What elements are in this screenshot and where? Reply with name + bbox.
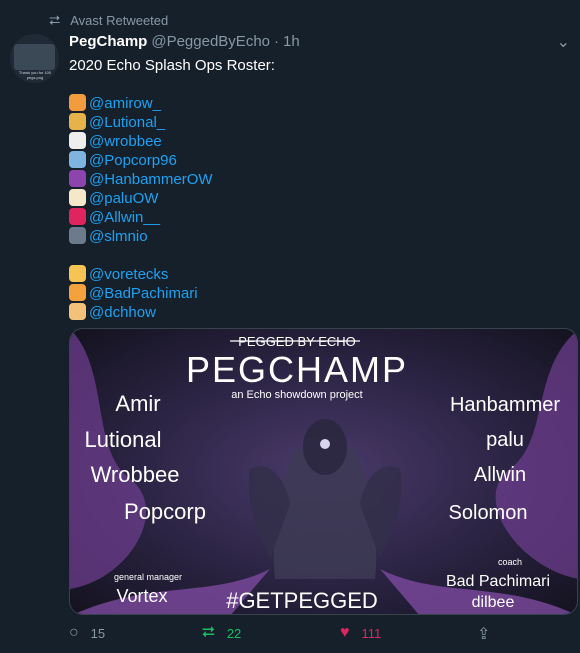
image-name-left-4: Popcorp [124,499,206,524]
list-item: @voretecks [69,265,549,284]
goat-icon [69,132,86,149]
image-coach-name-1: Bad Pachimari [446,573,550,590]
image-gm-label: general manager [114,572,182,582]
share-icon: ⇪ [477,626,491,643]
image-name-right-1: Hanbammer [450,394,560,416]
author-handle[interactable]: @PeggedByEcho [151,33,270,50]
list-item: @amirow_ [69,94,549,113]
list-item: @wrobbee [69,132,549,151]
tweet-timestamp[interactable]: 1h [283,33,300,50]
image-name-left-1: Amir [115,391,160,416]
chevron-down-icon[interactable]: ⌄ [557,32,570,52]
list-item: @Allwin__ [69,208,549,227]
roster-list: @amirow_ @Lutional_ @wrobbee @Popcorp96 @Han… [69,94,549,246]
list-item: @dchhow [69,303,549,322]
author-name[interactable]: PegChamp [69,33,147,50]
image-gm-name: Vortex [116,586,167,606]
list-item: @HanbammerOW [69,170,549,189]
money-bag-icon [69,113,86,130]
image-name-left-2: Lutional [84,427,161,452]
person-orange-icon [69,94,86,111]
like-button[interactable]: ♥ 111 [340,624,381,642]
ear-icon [69,303,86,320]
staff-list: @voretecks @BadPachimari @dchhow [69,265,549,322]
mention-link[interactable]: @amirow_ [89,95,161,112]
avatar-caption: Thank you for 100 pegs pog [18,70,52,80]
image-name-left-3: Wrobbee [91,462,180,487]
tweet-actions: ○ 15 ⮂ 22 ♥ 111 ⇪ [69,624,539,646]
retweet-count: 22 [226,625,242,641]
image-hashtag: #GETPEGGED [226,588,378,613]
retweet-context: ⮂ Avast Retweeted [49,12,168,29]
spy-icon [69,227,86,244]
mention-link[interactable]: @slmnio [89,228,148,245]
mention-link[interactable]: @Popcorp96 [89,152,177,169]
share-button[interactable]: ⇪ [477,624,502,644]
reply-count: 15 [90,625,106,641]
tweet-text: 2020 Echo Splash Ops Roster: @amirow_ @Lu… [69,56,549,322]
image-name-right-3: Allwin [474,464,526,486]
like-count: 111 [361,625,382,641]
tweet-image[interactable]: PEGGED BY ECHO PEGCHAMP an Echo showdown… [69,328,578,615]
reply-button[interactable]: ○ 15 [69,624,105,642]
list-item: @slmnio [69,227,549,246]
list-item: @Popcorp96 [69,151,549,170]
no-phone-icon [69,208,86,225]
baby-icon [69,265,86,282]
tweet-header: PegChamp @PeggedByEcho · 1h [69,33,300,50]
list-item: @paluOW [69,189,549,208]
avatar[interactable]: Thank you for 100 pegs pog [10,34,59,83]
mention-link[interactable]: @voretecks [89,266,168,283]
reply-icon: ○ [69,624,79,641]
retweet-context-icon: ⮂ [49,12,61,28]
image-subtitle: an Echo showdown project [231,389,362,401]
list-item: @Lutional_ [69,113,549,132]
image-coach-name-2: dilbee [472,594,515,611]
retweet-button[interactable]: ⮂ 22 [202,624,241,642]
face-with-bandage-icon [69,284,86,301]
mention-link[interactable]: @Allwin__ [89,209,160,226]
image-name-right-4: Solomon [449,502,528,524]
image-coach-label: coach [498,557,522,567]
image-name-right-2: palu [486,429,524,451]
image-title: PEGCHAMP [186,349,408,390]
mention-link[interactable]: @HanbammerOW [89,171,213,188]
mention-link[interactable]: @wrobbee [89,133,162,150]
retweet-context-label: Avast Retweeted [70,13,169,28]
eggplant-icon [69,170,86,187]
avatar-image [14,44,55,70]
tweet-card[interactable]: ⮂ Avast Retweeted Thank you for 100 pegs… [0,0,580,653]
mention-link[interactable]: @BadPachimari [89,285,198,302]
heart-icon: ♥ [340,624,350,641]
mention-link[interactable]: @Lutional_ [89,114,165,131]
separator-dot: · [274,33,279,50]
mention-link[interactable]: @dchhow [89,304,156,321]
bone-icon [69,189,86,206]
retweet-icon: ⮂ [202,624,215,641]
list-item: @BadPachimari [69,284,549,303]
tweet-heading: 2020 Echo Splash Ops Roster: [69,57,275,74]
mention-link[interactable]: @paluOW [89,190,158,207]
wizard-icon [69,151,86,168]
